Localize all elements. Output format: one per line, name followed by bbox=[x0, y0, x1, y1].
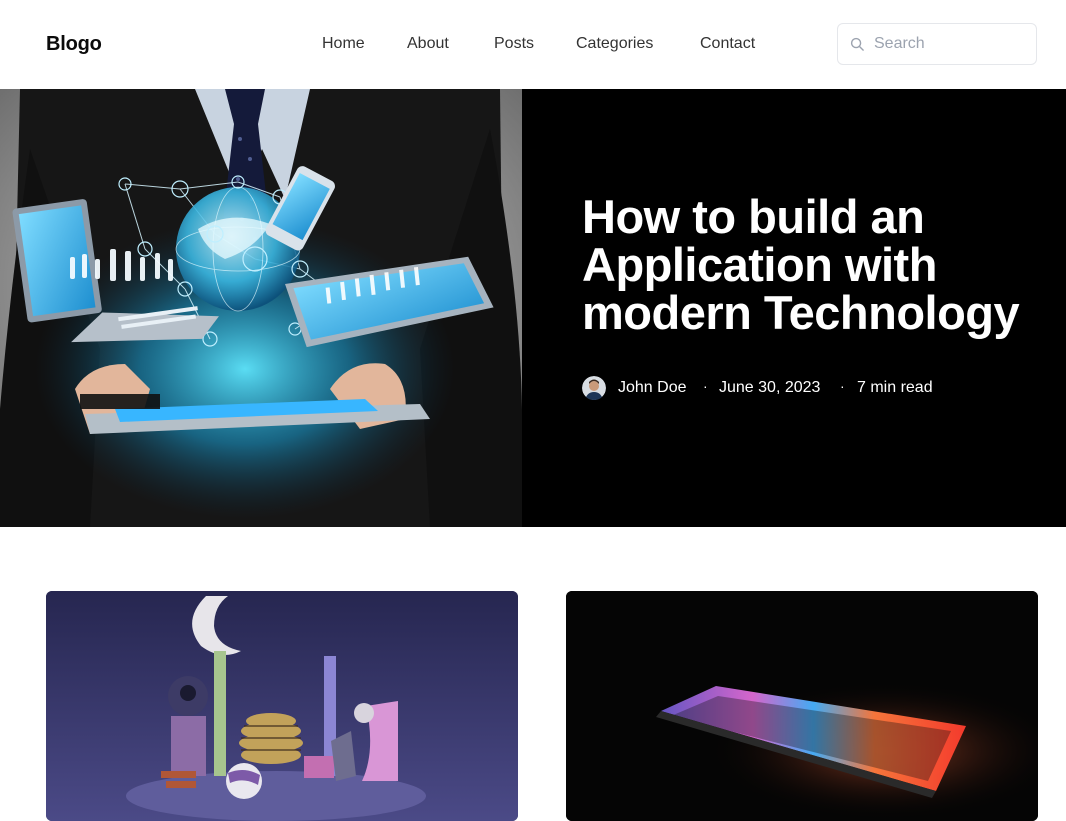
nav-link-about[interactable]: About bbox=[407, 35, 449, 53]
search-input[interactable] bbox=[874, 33, 1024, 55]
card-illustration-laptop bbox=[566, 591, 1038, 821]
hero-illustration bbox=[0, 89, 522, 527]
hero-text: How to build an Application with modern … bbox=[582, 193, 1062, 400]
hero-image[interactable] bbox=[0, 89, 522, 527]
card-illustration-shapes bbox=[46, 591, 518, 821]
search-box[interactable] bbox=[837, 23, 1037, 65]
post-card-image[interactable] bbox=[46, 591, 518, 821]
read-time: 7 min read bbox=[857, 379, 933, 396]
navbar: Blogo Home About Posts Categories Contac… bbox=[0, 0, 1066, 89]
hero-meta: John Doe · June 30, 2023 · 7 min read bbox=[582, 373, 1062, 403]
nav-link-categories[interactable]: Categories bbox=[576, 35, 653, 53]
post-card-image[interactable] bbox=[566, 591, 1038, 821]
meta-separator: · bbox=[840, 378, 845, 394]
avatar bbox=[582, 376, 606, 400]
nav-link-home[interactable]: Home bbox=[322, 35, 365, 53]
post-date: June 30, 2023 bbox=[719, 379, 821, 396]
nav-link-contact[interactable]: Contact bbox=[700, 35, 755, 53]
meta-separator: · bbox=[703, 378, 708, 394]
nav-link-posts[interactable]: Posts bbox=[494, 35, 534, 53]
hero-title[interactable]: How to build an Application with modern … bbox=[582, 193, 1062, 337]
logo[interactable]: Blogo bbox=[46, 33, 102, 56]
search-icon bbox=[850, 37, 864, 51]
author-name[interactable]: John Doe bbox=[618, 379, 687, 397]
hero-section: How to build an Application with modern … bbox=[0, 89, 1066, 527]
